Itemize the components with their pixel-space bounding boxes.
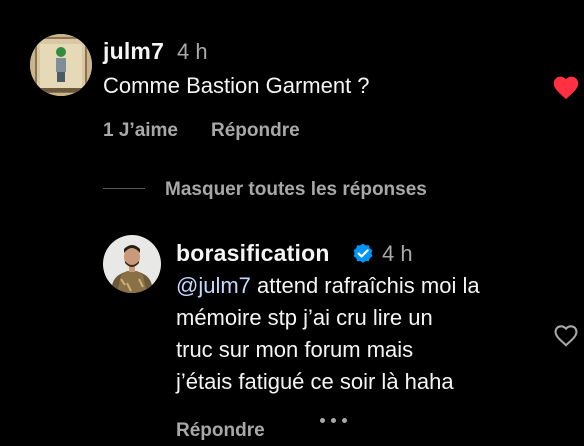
reply-reply-button[interactable]: Répondre (176, 420, 265, 442)
comment-username[interactable]: julm7 (103, 38, 164, 65)
dot (342, 418, 347, 423)
comment-time: 4 h (177, 39, 208, 64)
reply-text-line-4: j’étais fatigué ce soir là haha (176, 369, 454, 394)
dot (320, 418, 325, 423)
avatar-julm7[interactable] (30, 34, 92, 96)
reply-text-line-1: @julm7 attend rafraîchis moi la (176, 270, 556, 302)
comment-reply-button[interactable]: Répondre (211, 120, 300, 142)
reply-time: 4 h (382, 241, 413, 266)
avatar-photo-icon (30, 34, 92, 96)
comment-text: Comme Bastion Garment ? (103, 73, 370, 98)
reply-line-1-text: attend rafraîchis moi la (250, 273, 480, 298)
avatar-photo-icon (103, 235, 161, 293)
verified-badge-icon (351, 241, 375, 270)
heart-filled-icon[interactable] (551, 73, 581, 105)
reply-username[interactable]: borasification (176, 240, 330, 267)
dot (331, 418, 336, 423)
reply-text: @julm7 attend rafraîchis moi la mémoire … (176, 270, 556, 398)
more-options-icon[interactable] (320, 418, 347, 423)
divider-line (103, 188, 145, 189)
reply-mention[interactable]: @julm7 (176, 273, 251, 298)
heart-outline-icon[interactable] (552, 322, 580, 352)
comments-panel: julm7 4 h Comme Bastion Garment ? 1 J’ai… (0, 0, 584, 446)
reply-text-line-2: mémoire stp j’ai cru lire un (176, 305, 433, 330)
comment-likes-count[interactable]: 1 J’aime (103, 120, 178, 142)
avatar-borasification[interactable] (103, 235, 161, 293)
hide-replies-button[interactable]: Masquer toutes les réponses (165, 179, 427, 201)
reply-text-line-3: truc sur mon forum mais (176, 337, 414, 362)
